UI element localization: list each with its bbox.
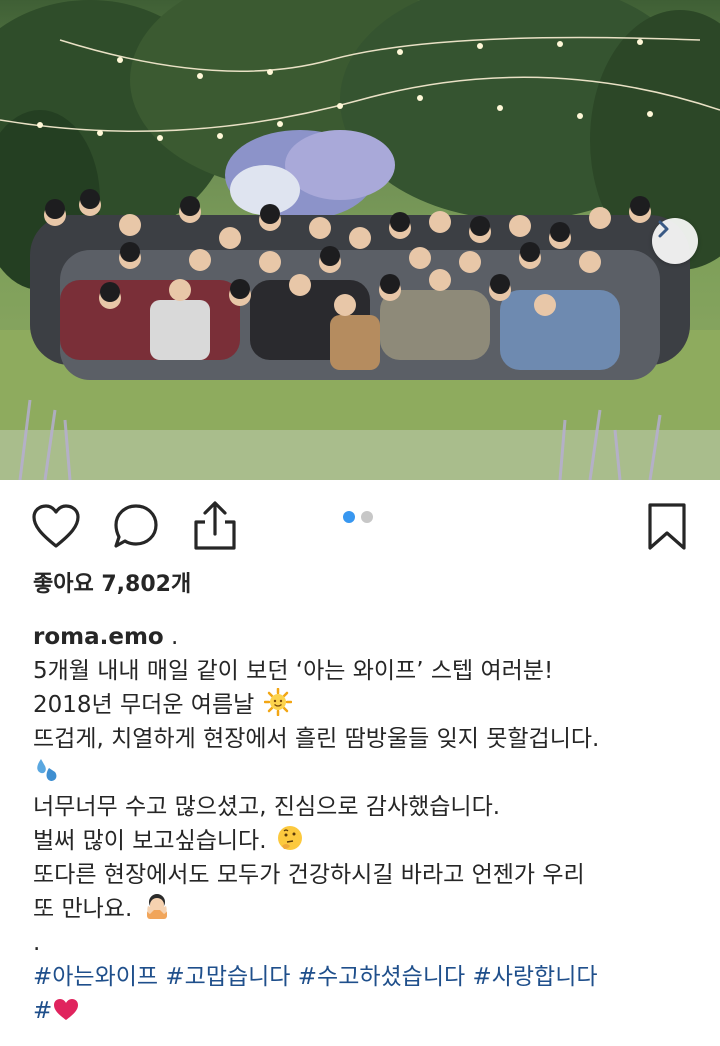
caption-line-text: 또 만나요.: [33, 896, 133, 922]
caption-line-with-emoji: 벌써 많이 보고싶습니다.: [33, 824, 693, 858]
caption-line: 5개월 내내 매일 같이 보던 ‘아는 와이프’ 스텝 여러분!: [33, 658, 554, 684]
post-caption: roma.emo . 5개월 내내 매일 같이 보던 ‘아는 와이프’ 스텝 여…: [33, 620, 693, 1028]
caption-line: 너무너무 수고 많으셨고, 진심으로 감사했습니다.: [33, 794, 501, 820]
group-photo-illustration: [0, 0, 720, 480]
carousel-dot-active: [343, 511, 355, 523]
caption-header: roma.emo .: [33, 620, 693, 654]
username-link[interactable]: roma.emo: [33, 624, 164, 650]
hashtag-line-with-heart[interactable]: #: [33, 994, 693, 1028]
caption-line-with-emoji: 2018년 무더운 여름날: [33, 688, 693, 722]
carousel-dot: [361, 511, 373, 523]
username-suffix: .: [163, 624, 179, 650]
caption-line: 또다른 현장에서도 모두가 건강하시길 바라고 언젠가 우리: [33, 862, 585, 888]
share-upload-icon[interactable]: [191, 500, 239, 552]
hashtag-prefix[interactable]: #: [33, 998, 52, 1024]
hiding-face-icon: [146, 894, 167, 919]
caption-line-emoji-only: [33, 756, 693, 790]
post-action-bar: [0, 480, 720, 570]
comment-bubble-icon[interactable]: [111, 502, 161, 552]
sweat-droplets-icon: [37, 759, 57, 781]
sun-face-icon: [263, 688, 292, 716]
post-photo[interactable]: [0, 0, 720, 480]
likes-count[interactable]: 좋아요 7,802개: [33, 566, 191, 598]
bookmark-outline-icon[interactable]: [646, 502, 688, 552]
caption-line-text: 벌써 많이 보고싶습니다.: [33, 828, 267, 854]
carousel-next-button[interactable]: [652, 218, 698, 264]
caption-line: 뜨겁게, 치열하게 현장에서 흘린 땀방울들 잊지 못할겁니다.: [33, 726, 600, 752]
caption-line-with-emoji: 또 만나요.: [33, 892, 693, 926]
hashtag-line[interactable]: #아는와이프 #고맙습니다 #수고하셨습니다 #사랑합니다: [33, 960, 693, 994]
heart-outline-icon[interactable]: [31, 504, 81, 550]
chevron-right-icon: [658, 220, 669, 238]
caption-line-text: 2018년 무더운 여름날: [33, 692, 255, 718]
caption-line: .: [33, 930, 41, 956]
thinking-face-icon: [277, 826, 302, 850]
red-heart-icon: [54, 999, 79, 1020]
carousel-indicator: [343, 511, 373, 523]
